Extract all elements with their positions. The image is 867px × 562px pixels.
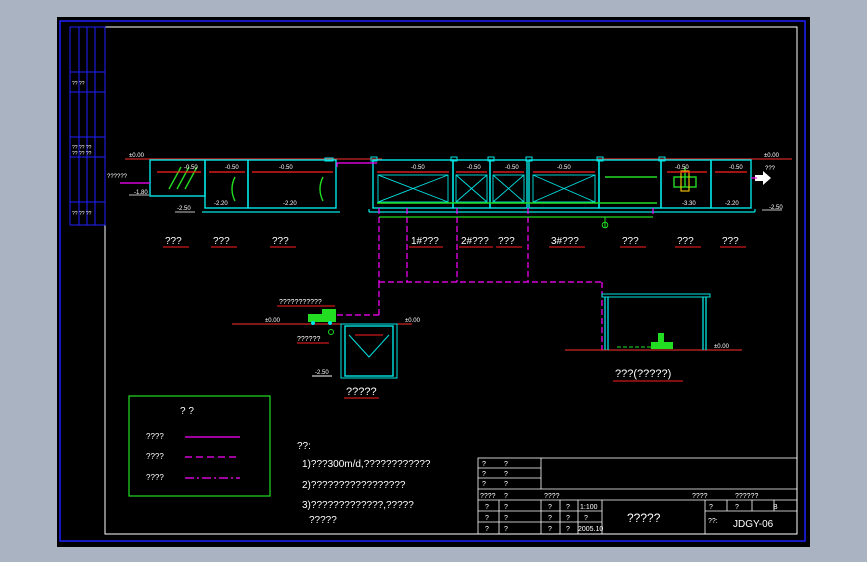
tb-r4d: ???? xyxy=(692,493,708,500)
outer-frame xyxy=(59,20,806,542)
elev-left-top: ±0.00 xyxy=(129,153,145,159)
note-line-1: 1)???300m/d,???????????? xyxy=(302,459,431,470)
note-line-3a: 3)?????????????,????? xyxy=(302,500,414,511)
tb-r6c: ? xyxy=(548,515,552,522)
wl-8: -0.50 xyxy=(675,165,689,171)
tb-r7a: ? xyxy=(485,526,489,533)
tb-r5b: ? xyxy=(504,504,508,511)
tb-r6d: ? xyxy=(566,515,570,522)
unit-label-9: ??? xyxy=(677,236,694,247)
tb-r3b: ? xyxy=(504,481,508,488)
bot-4: -2.20 xyxy=(725,201,739,207)
unit-label-6: ??? xyxy=(498,236,515,247)
elev-right-out: ??? xyxy=(765,166,776,172)
side-text-d: ?? ?? ?? xyxy=(72,211,92,217)
drawing-sheet: ?? ?? ?? ?? ?? ?? ?? ?? ?? ?? ?? -0.50 -… xyxy=(57,17,810,547)
tb-r7b: ? xyxy=(504,526,508,533)
sludge-ground-right: ±0.00 xyxy=(405,318,421,324)
unit-label-3: ??? xyxy=(272,236,289,247)
drawing-number: JDGY-06 xyxy=(733,519,774,530)
outflow-arrow-icon xyxy=(755,171,771,185)
tb-r5h: B xyxy=(773,504,778,511)
tb-r4b: ? xyxy=(504,493,508,500)
wl-3: -0.50 xyxy=(279,165,293,171)
top-pipe xyxy=(336,162,377,167)
sludge-tank-name: ????? xyxy=(346,386,377,398)
unit-label-10: ??? xyxy=(722,236,739,247)
equipment-room-name: ???(?????) xyxy=(615,368,671,380)
sludge-bottom: -2.50 xyxy=(315,370,329,376)
unit-label-5: 2#??? xyxy=(461,236,489,247)
notes-heading: ??: xyxy=(297,441,311,452)
tb-r2b: ? xyxy=(504,471,508,478)
room-ground: ±0.00 xyxy=(714,344,730,350)
sludge-ground-left: ±0.00 xyxy=(265,318,281,324)
wl-5: -0.50 xyxy=(467,165,481,171)
tb-r5f: ? xyxy=(709,504,713,511)
unit-label-8: ??? xyxy=(622,236,639,247)
drawing-title: ????? xyxy=(627,511,661,525)
unit-label-7: 3#??? xyxy=(551,236,579,247)
unit-label-1: ??? xyxy=(165,236,182,247)
tb-r7e: 2005.10 xyxy=(578,526,603,533)
pump-label: ?????? xyxy=(297,336,320,343)
cad-drawing: ?? ?? ?? ?? ?? ?? ?? ?? ?? ?? ?? -0.50 -… xyxy=(59,20,806,542)
tb-r5c: ? xyxy=(548,504,552,511)
wl-4: -0.50 xyxy=(411,165,425,171)
tb-r1a: ? xyxy=(482,461,486,468)
legend-title: ? ? xyxy=(180,406,194,417)
legend-row-2: ???? xyxy=(146,452,164,461)
tb-r4a: ???? xyxy=(480,493,496,500)
sludge-tank: ±0.00 ±0.00 ??????????? ?????? -2.50 ???… xyxy=(232,299,421,399)
bot-2: -2.20 xyxy=(283,201,297,207)
wl-9: -0.50 xyxy=(729,165,743,171)
note-line-2: 2)????????????????? xyxy=(302,480,406,491)
tb-r6a: ? xyxy=(485,515,489,522)
side-text-c: ?? ?? ?? xyxy=(72,151,92,157)
wl-1: -0.50 xyxy=(184,165,198,171)
tb-r7d: ? xyxy=(566,526,570,533)
bot-1: -2.20 xyxy=(214,201,228,207)
tb-r5e: 1:100 xyxy=(580,504,598,511)
elev-left-inflow: ?????? xyxy=(107,174,128,180)
equipment-room: ±0.00 ???(?????) xyxy=(565,293,742,382)
tb-r5d: ? xyxy=(566,504,570,511)
tank-row xyxy=(149,159,752,209)
unit-label-4: 1#??? xyxy=(411,236,439,247)
tb-r5a: ? xyxy=(485,504,489,511)
tb-r6b: ? xyxy=(504,515,508,522)
filter-crosses xyxy=(377,174,596,203)
tb-r4e: ?????? xyxy=(735,493,758,500)
wl-2: -0.50 xyxy=(225,165,239,171)
legend-row-1: ???? xyxy=(146,432,164,441)
tb-r1b: ? xyxy=(504,461,508,468)
tb-r6f: ??: xyxy=(708,518,718,525)
wl-7: -0.50 xyxy=(557,165,571,171)
tb-r7c: ? xyxy=(548,526,552,533)
legend-row-3: ???? xyxy=(146,473,164,482)
side-text-a: ?? ?? xyxy=(72,81,85,87)
side-strip: ?? ?? ?? ?? ?? ?? ?? ?? ?? ?? ?? xyxy=(69,26,106,226)
unit-label-2: ??? xyxy=(213,236,230,247)
bot-3: -3.30 xyxy=(682,201,696,207)
tb-r6e: ? xyxy=(584,515,588,522)
tank-8 xyxy=(598,159,662,209)
truck-label: ??????????? xyxy=(279,299,322,306)
wl-6: -0.50 xyxy=(505,165,519,171)
elev-right-top: ±0.00 xyxy=(764,153,780,159)
tb-r4c: ???? xyxy=(544,493,560,500)
tb-r2a: ? xyxy=(482,471,486,478)
tb-r3a: ? xyxy=(482,481,486,488)
legend: ? ? ???? ???? ???? xyxy=(128,395,271,497)
note-line-3b: ????? xyxy=(309,515,337,526)
elev-left-base: -2.50 xyxy=(177,206,191,212)
tb-r5g: ? xyxy=(735,504,739,511)
